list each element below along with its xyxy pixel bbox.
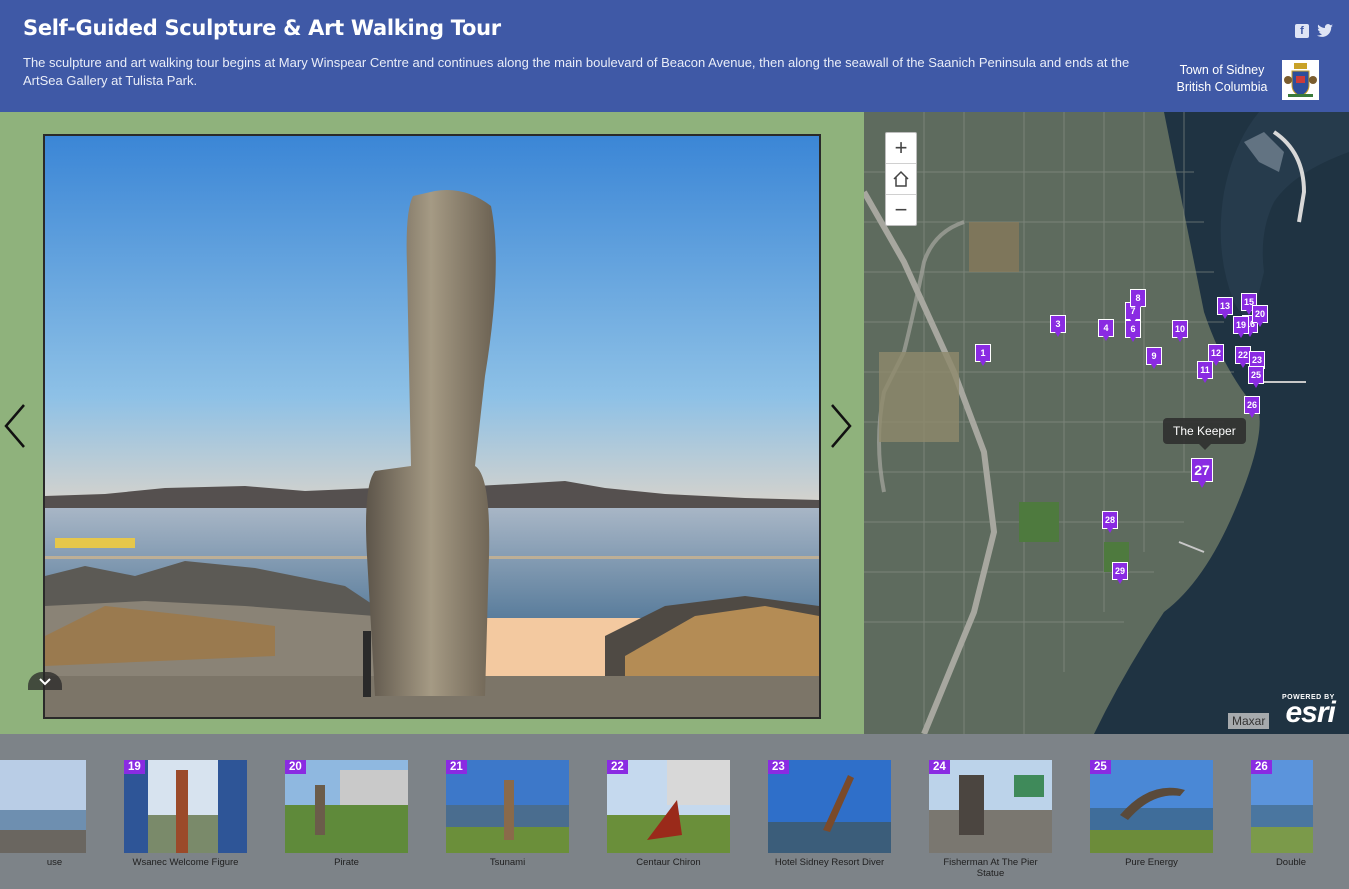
thumbnail-number: 25 [1090, 760, 1111, 774]
thumbnail-carousel: use 19 Wsanec Welcome Figure 20 Pirate 2… [0, 734, 1349, 889]
thumbnail-item[interactable]: 26 Double [1251, 760, 1349, 868]
map-tooltip: The Keeper [1163, 418, 1246, 450]
facebook-icon[interactable]: f [1295, 24, 1309, 38]
thumbnail-image: 24 [929, 760, 1052, 853]
thumbnail-image: 21 [446, 760, 569, 853]
thumbnail-number: 26 [1251, 760, 1272, 774]
thumbnail-image: 26 [1251, 760, 1313, 853]
thumbnail-item[interactable]: 19 Wsanec Welcome Figure [124, 760, 247, 868]
thumbnail-caption: Fisherman At The Pier Statue [943, 857, 1038, 879]
collapse-toggle-button[interactable] [28, 672, 62, 690]
thumbnail-image: 23 [768, 760, 891, 853]
thumbnail-image: 25 [1090, 760, 1213, 853]
thumbnail-image: 19 [124, 760, 247, 853]
thumbnail-caption: Pure Energy [1125, 857, 1178, 868]
map-pin-selected[interactable]: 27 [1191, 458, 1213, 488]
tour-description: The sculpture and art walking tour begin… [23, 55, 1130, 88]
thumbnail-caption: Pirate [334, 857, 359, 868]
thumbnail-item[interactable]: 21 Tsunami [446, 760, 569, 868]
thumbnail-image [0, 760, 86, 853]
map-pin[interactable]: 3 [1050, 315, 1066, 337]
thumbnail-item[interactable]: use [0, 760, 86, 868]
thumbnail-item[interactable]: 25 Pure Energy [1090, 760, 1213, 868]
social-links: f [1295, 24, 1333, 38]
home-button[interactable] [886, 164, 916, 195]
map-pin[interactable]: 11 [1197, 361, 1213, 383]
thumbnail-number: 23 [768, 760, 789, 774]
map-pin[interactable]: 1 [975, 344, 991, 366]
org-province: British Columbia [1176, 80, 1268, 94]
thumbnail-image: 20 [285, 760, 408, 853]
thumbnail-caption: Double [1275, 857, 1307, 868]
page-title: Self-Guided Sculpture & Art Walking Tour [23, 16, 501, 40]
thumbnail-item[interactable]: 24 Fisherman At The Pier Statue [929, 760, 1052, 879]
map-pin[interactable]: 8 [1130, 289, 1146, 311]
map-pin[interactable]: 10 [1172, 320, 1188, 342]
thumbnail-number: 24 [929, 760, 950, 774]
thumbnail-item[interactable]: 23 Hotel Sidney Resort Diver [768, 760, 891, 868]
map-pin[interactable]: 19 [1233, 316, 1249, 338]
thumbnail-number: 19 [124, 760, 145, 774]
map-pin[interactable]: 12 [1208, 344, 1224, 366]
tour-map[interactable]: + − 1 3 4 6 7 8 9 10 11 12 13 15 16 19 2… [864, 112, 1349, 734]
zoom-in-button[interactable]: + [886, 133, 916, 164]
esri-logo[interactable]: POWERED BY esri [1282, 694, 1336, 729]
thumbnail-number: 21 [446, 760, 467, 774]
map-pin[interactable]: 9 [1146, 347, 1162, 369]
thumbnail-caption: Tsunami [489, 857, 526, 868]
org-town: Town of Sidney [1179, 63, 1265, 77]
map-attribution: Maxar [1228, 713, 1270, 729]
thumbnail-caption: Centaur Chiron [636, 857, 701, 868]
org-name: Town of Sidney British Columbia [1168, 62, 1276, 96]
town-crest-logo[interactable] [1282, 60, 1319, 100]
app-header: Self-Guided Sculpture & Art Walking Tour… [0, 0, 1349, 112]
next-photo-button[interactable] [828, 401, 854, 451]
esri-wordmark: esri [1285, 696, 1335, 729]
thumbnail-item[interactable]: 22 Centaur Chiron [607, 760, 730, 868]
previous-photo-button[interactable] [2, 401, 28, 451]
zoom-out-button[interactable]: − [886, 195, 916, 225]
map-pin[interactable]: 25 [1248, 366, 1264, 388]
thumbnail-number: 22 [607, 760, 628, 774]
map-pin[interactable]: 26 [1244, 396, 1260, 418]
twitter-icon[interactable] [1317, 24, 1333, 38]
thumbnail-image: 22 [607, 760, 730, 853]
thumbnail-caption: Hotel Sidney Resort Diver [774, 857, 885, 868]
map-pin[interactable]: 28 [1102, 511, 1118, 533]
map-pin[interactable]: 20 [1252, 305, 1268, 327]
sculpture-photo [43, 134, 821, 719]
thumbnail-caption: Wsanec Welcome Figure [132, 857, 239, 868]
zoom-control: + − [885, 132, 917, 226]
media-panel [0, 112, 864, 734]
map-pin[interactable]: 13 [1217, 297, 1233, 319]
thumbnail-item[interactable]: 20 Pirate [285, 760, 408, 868]
thumbnail-caption: use [46, 857, 63, 868]
map-pin[interactable]: 29 [1112, 562, 1128, 584]
thumbnail-number: 20 [285, 760, 306, 774]
map-pin[interactable]: 4 [1098, 319, 1114, 341]
